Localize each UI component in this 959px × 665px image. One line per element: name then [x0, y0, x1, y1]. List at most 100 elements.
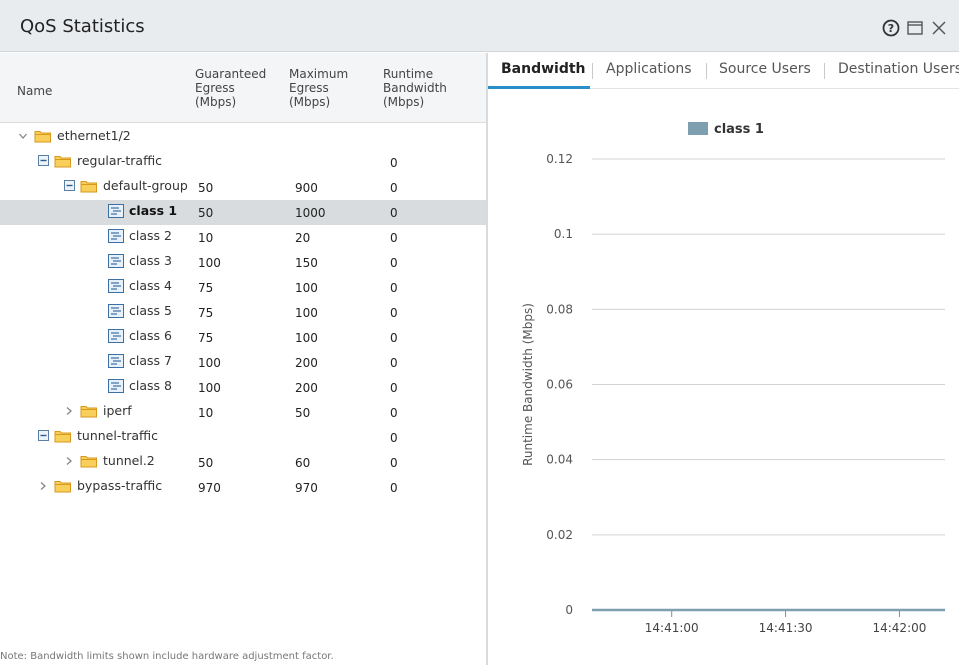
- tab-source-users[interactable]: Source Users: [719, 61, 811, 77]
- table-row[interactable]: class 2 10 20 0: [0, 225, 486, 250]
- guaranteed-egress-cell: 50: [198, 456, 214, 470]
- runtime-bandwidth-cell: 0: [390, 406, 398, 420]
- node-name: class 2: [129, 228, 172, 243]
- x-tick-label: 14:42:00: [872, 621, 926, 635]
- node-name: class 5: [129, 303, 172, 318]
- table-row[interactable]: default-group 50 900 0: [0, 175, 486, 200]
- tab-separator: [824, 63, 825, 79]
- header-runtime-line3: (Mbps): [383, 95, 425, 109]
- table-row[interactable]: class 4 75 100 0: [0, 275, 486, 300]
- help-icon[interactable]: ?: [881, 18, 901, 38]
- maximum-egress-cell: 60: [295, 456, 311, 470]
- guaranteed-egress-cell: 10: [198, 406, 214, 420]
- chevron-down-icon[interactable]: [17, 130, 29, 142]
- window-titlebar: QoS Statistics ?: [0, 0, 959, 52]
- chevron-right-icon[interactable]: [63, 455, 75, 467]
- collapse-icon[interactable]: [63, 180, 75, 192]
- active-tab-indicator: [488, 86, 590, 89]
- header-runtime-line1: Runtime: [383, 67, 434, 81]
- maximum-egress-cell: 20: [295, 231, 311, 245]
- table-row[interactable]: class 5 75 100 0: [0, 300, 486, 325]
- class-icon: [108, 378, 124, 393]
- chevron-right-icon[interactable]: [37, 480, 49, 492]
- table-row[interactable]: tunnel-traffic 0: [0, 425, 486, 450]
- bandwidth-chart: class 1 0 0.02 0.04 0.06 0.08 0.1 0.12 Runtime B…: [521, 122, 945, 635]
- x-tick-label: 14:41:30: [759, 621, 813, 635]
- header-guaranteed-line2: Egress: [195, 81, 235, 95]
- tree-node: class 3: [108, 253, 172, 268]
- tree-node: class 7: [108, 353, 172, 368]
- node-name: tunnel-traffic: [77, 428, 158, 443]
- guaranteed-egress-cell: 75: [198, 281, 214, 295]
- svg-text:?: ?: [888, 22, 894, 35]
- tree-node: tunnel.2: [63, 453, 155, 468]
- table-row[interactable]: class 7 100 200 0: [0, 350, 486, 375]
- class-icon: [108, 228, 124, 243]
- tree-node: class 1: [108, 203, 177, 218]
- tab-destination-users[interactable]: Destination Users: [838, 61, 959, 77]
- class-icon: [108, 203, 124, 218]
- close-icon[interactable]: [929, 18, 949, 38]
- tree-node: class 2: [108, 228, 172, 243]
- node-name: class 4: [129, 278, 172, 293]
- header-maximum-line3: (Mbps): [289, 95, 331, 109]
- folder-icon: [54, 429, 72, 443]
- tree-node: class 5: [108, 303, 172, 318]
- maximum-egress-cell: 900: [295, 181, 318, 195]
- header-maximum-line1: Maximum: [289, 67, 349, 81]
- header-maximum[interactable]: Maximum Egress (Mbps): [289, 67, 348, 109]
- header-maximum-line2: Egress: [289, 81, 329, 95]
- header-guaranteed[interactable]: Guaranteed Egress (Mbps): [195, 67, 266, 109]
- maximize-icon[interactable]: [905, 18, 925, 38]
- table-row[interactable]: tunnel.2 50 60 0: [0, 450, 486, 475]
- footnote: Note: Bandwidth limits shown include har…: [0, 651, 334, 662]
- node-name: class 8: [129, 378, 172, 393]
- tree-node: class 6: [108, 328, 172, 343]
- y-tick-label: 0.12: [546, 152, 573, 166]
- maximum-egress-cell: 100: [295, 281, 318, 295]
- node-name: class 3: [129, 253, 172, 268]
- table-row[interactable]: bypass-traffic 970 970 0: [0, 475, 486, 500]
- runtime-bandwidth-cell: 0: [390, 181, 398, 195]
- tab-bandwidth[interactable]: Bandwidth: [501, 61, 586, 77]
- node-name: class 1: [129, 203, 178, 218]
- node-name: iperf: [103, 403, 132, 418]
- table-row[interactable]: class 6 75 100 0: [0, 325, 486, 350]
- maximum-egress-cell: 200: [295, 381, 318, 395]
- collapse-icon[interactable]: [37, 155, 49, 167]
- y-tick-label: 0.1: [554, 227, 573, 241]
- tree-node: iperf: [63, 403, 132, 418]
- guaranteed-egress-cell: 50: [198, 181, 214, 195]
- table-row[interactable]: class 1 50 1000 0: [0, 200, 486, 225]
- maximum-egress-cell: 150: [295, 256, 318, 270]
- node-name: class 6: [129, 328, 172, 343]
- table-row[interactable]: iperf 10 50 0: [0, 400, 486, 425]
- guaranteed-egress-cell: 100: [198, 381, 221, 395]
- table-row[interactable]: regular-traffic 0: [0, 150, 486, 175]
- runtime-bandwidth-cell: 0: [390, 431, 398, 445]
- maximum-egress-cell: 970: [295, 481, 318, 495]
- chevron-right-icon[interactable]: [63, 405, 75, 417]
- folder-icon: [34, 129, 52, 143]
- node-name: bypass-traffic: [77, 478, 163, 493]
- y-tick-label: 0.08: [546, 302, 573, 316]
- maximum-egress-cell: 100: [295, 331, 318, 345]
- table-row[interactable]: class 8 100 200 0: [0, 375, 486, 400]
- x-tick-label: 14:41:00: [645, 621, 699, 635]
- class-icon: [108, 303, 124, 318]
- maximum-egress-cell: 50: [295, 406, 311, 420]
- header-name[interactable]: Name: [17, 84, 52, 98]
- guaranteed-egress-cell: 100: [198, 356, 221, 370]
- runtime-bandwidth-cell: 0: [390, 381, 398, 395]
- window-controls: ?: [881, 18, 949, 38]
- header-runtime[interactable]: Runtime Bandwidth (Mbps): [383, 67, 447, 109]
- table-row[interactable]: ethernet1/2: [0, 125, 486, 150]
- legend-swatch: [688, 122, 708, 135]
- header-guaranteed-line3: (Mbps): [195, 95, 237, 109]
- node-name: class 7: [129, 353, 172, 368]
- folder-icon: [80, 179, 98, 193]
- runtime-bandwidth-cell: 0: [390, 256, 398, 270]
- table-row[interactable]: class 3 100 150 0: [0, 250, 486, 275]
- collapse-icon[interactable]: [37, 430, 49, 442]
- tab-applications[interactable]: Applications: [606, 61, 692, 77]
